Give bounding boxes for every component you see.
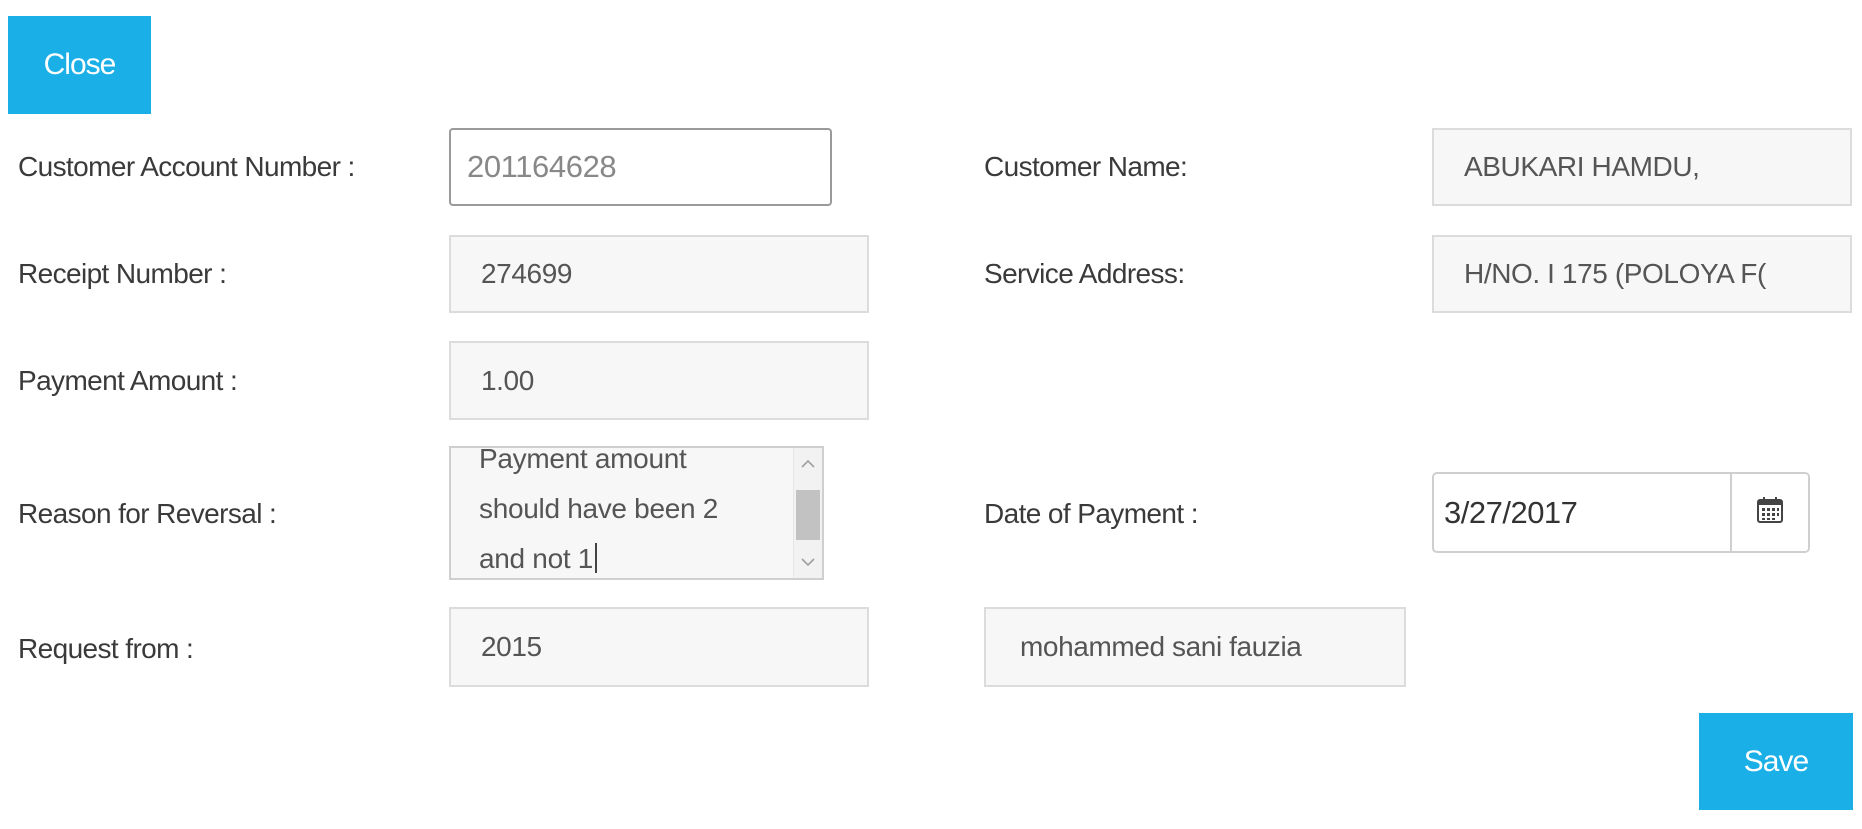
reason-textarea[interactable]: Payment amount should have been 2 and no… <box>449 446 824 580</box>
account-number-input[interactable]: 201164628 <box>449 128 832 206</box>
text-caret <box>595 543 598 573</box>
date-of-payment-control: 3/27/2017 <box>1432 472 1810 553</box>
scrollbar-thumb[interactable] <box>796 490 820 540</box>
receipt-number-field: 274699 <box>449 235 869 313</box>
save-button[interactable]: Save <box>1699 713 1853 810</box>
payment-amount-field: 1.00 <box>449 341 869 420</box>
reason-scrollbar[interactable] <box>793 448 822 578</box>
customer-name-label: Customer Name: <box>984 151 1188 182</box>
request-from-label: Request from : <box>18 633 194 664</box>
close-button[interactable]: Close <box>8 16 151 114</box>
date-of-payment-input[interactable]: 3/27/2017 <box>1434 474 1732 551</box>
service-address-label: Service Address: <box>984 258 1185 289</box>
scroll-down-icon[interactable] <box>794 548 822 576</box>
reason-label: Reason for Reversal : <box>18 498 277 529</box>
customer-name-field: ABUKARI HAMDU, <box>1432 128 1852 206</box>
calendar-icon <box>1755 495 1785 530</box>
date-of-payment-label: Date of Payment : <box>984 498 1199 529</box>
request-from-id-field: 2015 <box>449 607 869 687</box>
scroll-up-icon[interactable] <box>794 450 822 478</box>
payment-amount-label: Payment Amount : <box>18 365 238 396</box>
receipt-number-label: Receipt Number : <box>18 258 227 289</box>
reason-text: Payment amount should have been 2 and no… <box>479 446 726 574</box>
calendar-button[interactable] <box>1732 474 1808 551</box>
account-number-label: Customer Account Number : <box>18 151 355 182</box>
service-address-field: H/NO. I 175 (POLOYA F( <box>1432 235 1852 313</box>
request-from-name-field: mohammed sani fauzia <box>984 607 1406 687</box>
